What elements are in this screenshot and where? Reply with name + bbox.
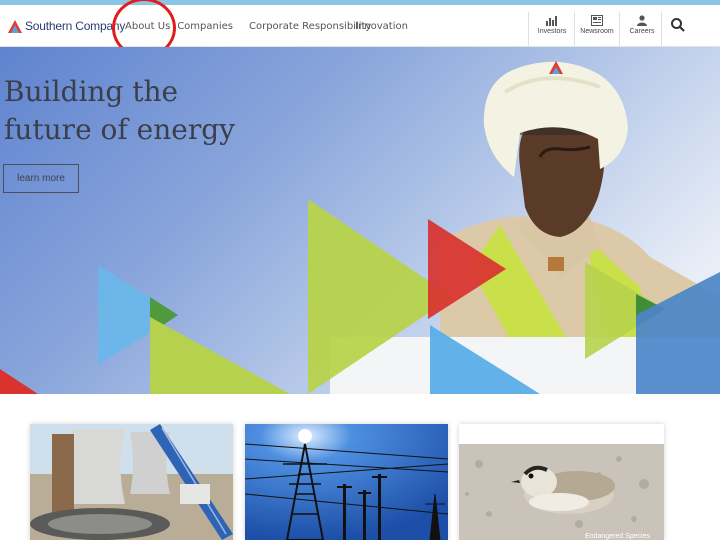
card-power-lines[interactable] (245, 424, 448, 540)
utility-divider (528, 12, 529, 46)
southern-company-logo[interactable]: Southern Company (8, 16, 125, 36)
newsroom-link[interactable]: Newsroom (575, 5, 619, 46)
construction-photo (30, 424, 233, 540)
nav-corporate-responsibility[interactable]: Corporate Responsibility (249, 21, 371, 32)
card-endangered-species[interactable]: Endangered Species (459, 424, 664, 540)
newspaper-icon (591, 15, 603, 26)
search-icon[interactable] (670, 17, 686, 33)
investors-link[interactable]: Investors (530, 5, 574, 46)
hero-title-line1: Building the (4, 75, 179, 108)
investors-label: Investors (537, 28, 567, 35)
hero-title: Building the future of energy (4, 73, 264, 149)
card-construction[interactable] (30, 424, 233, 540)
feature-cards: Endangered Species (0, 394, 720, 540)
logo-text: Southern Company (25, 19, 126, 33)
newsroom-label: Newsroom (580, 28, 614, 35)
nav-innovation[interactable]: Innovation (355, 21, 408, 32)
learn-more-button[interactable]: learn more (3, 164, 79, 193)
power-lines-photo (245, 424, 448, 540)
careers-link[interactable]: Careers (620, 5, 664, 46)
triangle-red-left (0, 369, 38, 394)
logo-triangle-icon (8, 19, 22, 33)
person-icon (637, 15, 647, 26)
hero-title-line2: future of energy (4, 113, 235, 146)
plover-caption: Endangered Species (585, 533, 650, 540)
careers-label: Careers (629, 28, 655, 35)
triangle-lime (150, 317, 290, 394)
plover-photo (459, 424, 664, 540)
nav-our-companies[interactable]: Our Companies (178, 21, 233, 32)
bar-chart-icon (546, 16, 557, 26)
hero-banner: Building the future of energy learn more (0, 47, 720, 394)
nav-about-us[interactable]: About Us (125, 21, 170, 32)
